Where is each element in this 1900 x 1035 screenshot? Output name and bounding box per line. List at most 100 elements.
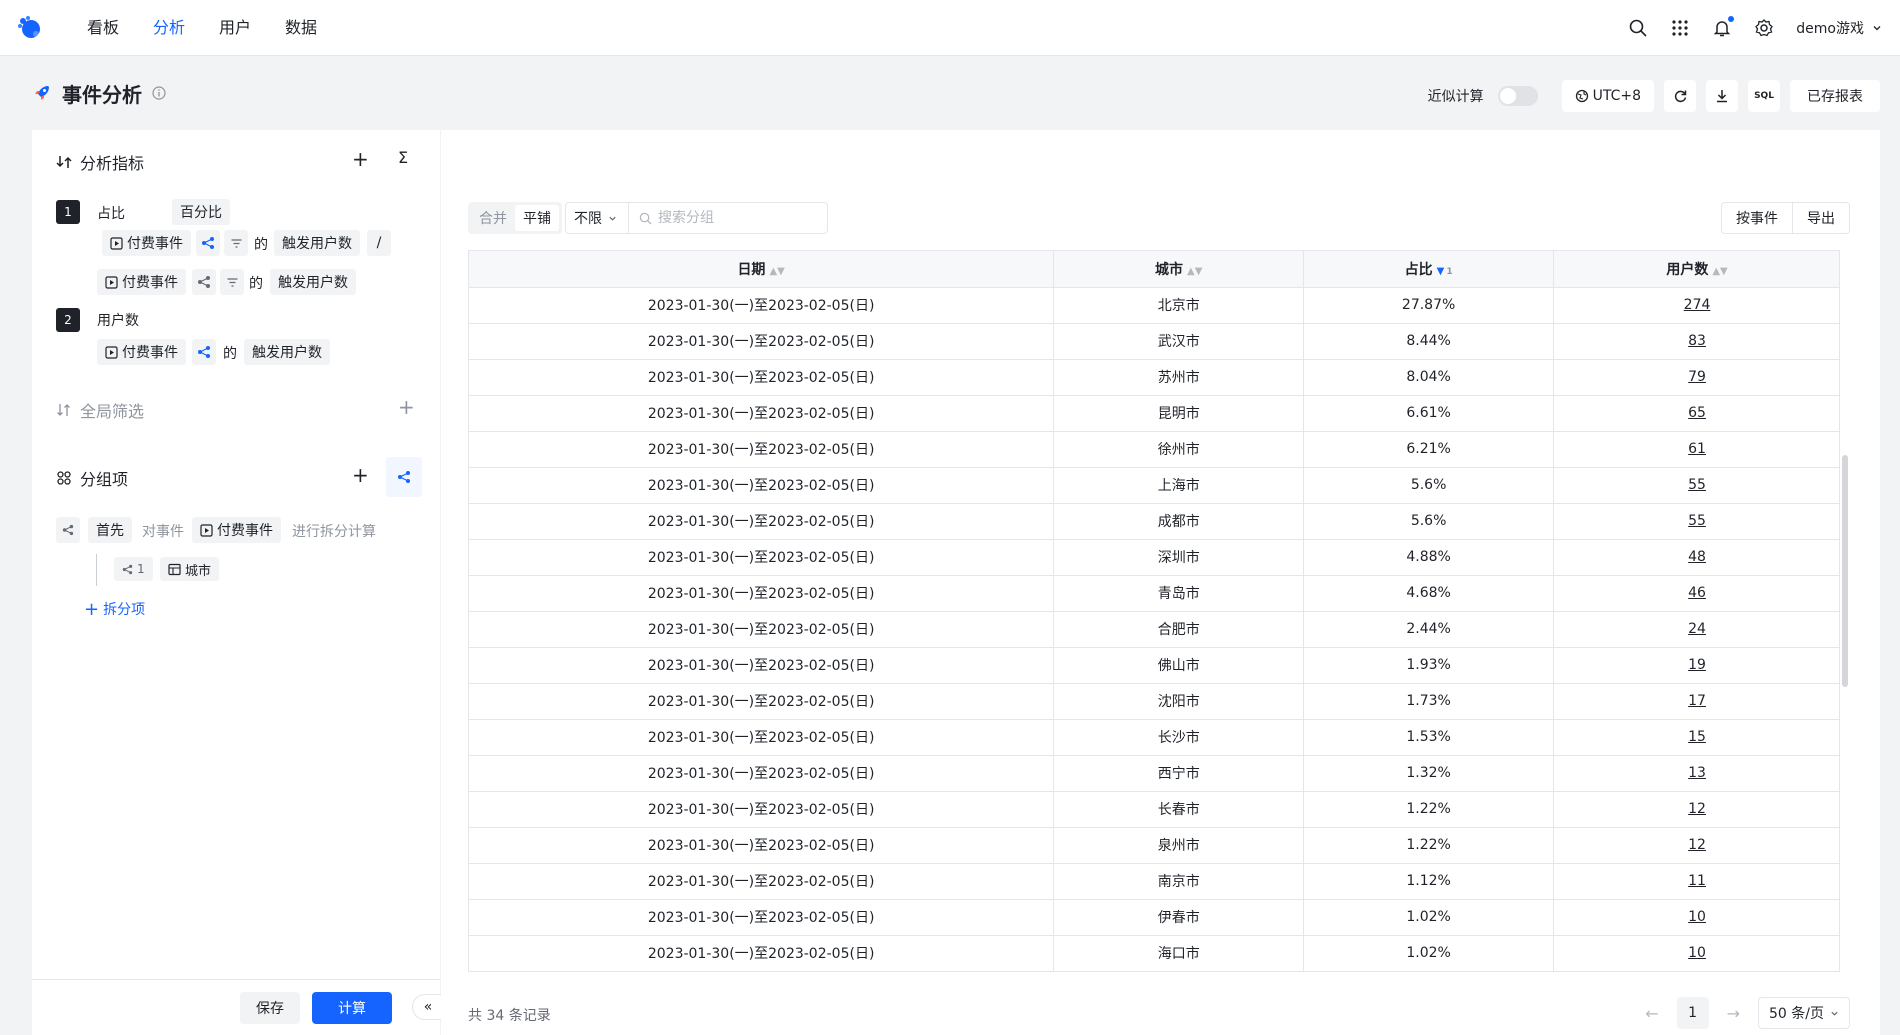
sql-button[interactable]: SQL — [1748, 80, 1780, 112]
nav-item[interactable]: 用户 — [202, 0, 268, 56]
add-metric-plus-icon[interactable]: + — [352, 147, 369, 171]
apps-grid-icon[interactable] — [1670, 18, 1690, 38]
event-chip[interactable]: 付费事件 — [97, 269, 186, 295]
table-cell[interactable]: 48 — [1553, 539, 1839, 576]
operator-chip[interactable]: / — [367, 230, 391, 256]
measure-chip[interactable]: 触发用户数 — [270, 269, 356, 295]
table-cell[interactable]: 79 — [1553, 359, 1839, 396]
user-count-link[interactable]: 83 — [1688, 333, 1706, 349]
event-chip[interactable]: 付费事件 — [102, 230, 191, 256]
collapse-panel-icon[interactable]: « — [412, 994, 444, 1020]
filter-button[interactable] — [220, 269, 244, 295]
user-menu[interactable]: demo游戏 — [1796, 18, 1882, 38]
first-chip[interactable]: 首先 — [88, 517, 132, 543]
timezone-button[interactable]: UTC+8 — [1561, 80, 1654, 112]
sort-icon[interactable]: ▲▼ — [769, 266, 784, 277]
user-count-link[interactable]: 274 — [1684, 297, 1711, 313]
sort-icon[interactable]: ▲▼ — [1712, 266, 1727, 277]
event-chip[interactable]: 付费事件 — [97, 339, 186, 365]
search-icon[interactable] — [1628, 18, 1648, 38]
measure-chip[interactable]: 触发用户数 — [274, 230, 360, 256]
user-count-link[interactable]: 10 — [1688, 945, 1706, 961]
page-number[interactable]: 1 — [1676, 997, 1709, 1029]
table-cell[interactable]: 24 — [1553, 611, 1839, 648]
group-limit-select[interactable]: 不限 — [565, 202, 629, 234]
nav-item[interactable]: 看板 — [70, 0, 136, 56]
settings-gear-icon[interactable] — [1754, 18, 1774, 38]
sigma-icon[interactable]: Σ — [398, 148, 408, 167]
table-cell[interactable]: 19 — [1553, 647, 1839, 684]
group-event-chip[interactable]: 付费事件 — [192, 517, 281, 543]
user-count-link[interactable]: 10 — [1688, 909, 1706, 925]
measure-chip[interactable]: 触发用户数 — [244, 339, 330, 365]
column-header-date[interactable]: 日期 ▲▼ — [469, 251, 1055, 288]
calculate-button[interactable]: 计算 — [312, 992, 392, 1024]
user-count-link[interactable]: 65 — [1688, 405, 1706, 421]
logo-icon[interactable] — [16, 14, 44, 42]
column-header-city[interactable]: 城市 ▲▼ — [1053, 251, 1305, 288]
seg-tile[interactable]: 平铺 — [515, 205, 559, 231]
table-cell[interactable]: 15 — [1553, 719, 1839, 756]
download-button[interactable] — [1706, 80, 1738, 112]
add-filter-plus-icon[interactable]: + — [398, 395, 415, 419]
user-count-link[interactable]: 55 — [1688, 477, 1706, 493]
user-count-link[interactable]: 61 — [1688, 441, 1706, 457]
table-cell[interactable]: 11 — [1553, 863, 1839, 900]
table-cell[interactable]: 12 — [1553, 791, 1839, 828]
saved-reports-button[interactable]: 已存报表 — [1790, 80, 1880, 112]
user-count-link[interactable]: 13 — [1688, 765, 1706, 781]
seg-merge[interactable]: 合并 — [471, 205, 515, 231]
table-cell[interactable]: 65 — [1553, 395, 1839, 432]
nav-item[interactable]: 分析 — [136, 0, 202, 56]
nav-item[interactable]: 数据 — [268, 0, 334, 56]
export-button[interactable]: 导出 — [1793, 203, 1849, 233]
user-count-link[interactable]: 19 — [1688, 657, 1706, 673]
sort-desc-active-icon[interactable]: ▼ — [1437, 266, 1445, 277]
table-cell[interactable]: 83 — [1553, 323, 1839, 360]
table-cell[interactable]: 46 — [1553, 575, 1839, 612]
user-count-link[interactable]: 55 — [1688, 513, 1706, 529]
user-count-link[interactable]: 12 — [1688, 801, 1706, 817]
save-button[interactable]: 保存 — [240, 992, 300, 1024]
sub-split-field-chip[interactable]: 城市 — [160, 557, 220, 581]
split-button[interactable] — [192, 269, 216, 295]
add-group-plus-icon[interactable]: + — [352, 463, 369, 487]
metric-name[interactable]: 用户数 — [97, 310, 139, 330]
group-split-toggle[interactable] — [386, 457, 422, 497]
next-page-icon[interactable]: → — [1727, 1004, 1740, 1023]
table-cell[interactable]: 274 — [1553, 287, 1839, 324]
metric-name[interactable]: 占比 — [97, 203, 125, 223]
info-icon[interactable] — [152, 86, 166, 100]
approx-calc-toggle[interactable] — [1497, 86, 1538, 106]
user-count-link[interactable]: 12 — [1688, 837, 1706, 853]
table-cell[interactable]: 13 — [1553, 755, 1839, 792]
table-cell[interactable]: 61 — [1553, 431, 1839, 468]
by-event-button[interactable]: 按事件 — [1722, 203, 1793, 233]
page-size-select[interactable]: 50 条/页 — [1758, 997, 1850, 1029]
table-scrollbar[interactable] — [1842, 455, 1848, 687]
group-search-input[interactable] — [658, 210, 818, 226]
table-cell[interactable]: 10 — [1553, 935, 1839, 971]
column-header-users[interactable]: 用户数 ▲▼ — [1553, 251, 1839, 288]
notification-bell-icon[interactable] — [1712, 16, 1735, 38]
table-cell[interactable]: 10 — [1553, 899, 1839, 936]
filter-button[interactable] — [224, 230, 248, 256]
split-button[interactable] — [196, 230, 220, 256]
sort-icon[interactable]: ▲▼ — [1187, 266, 1202, 277]
user-count-link[interactable]: 17 — [1688, 693, 1706, 709]
user-count-link[interactable]: 46 — [1688, 585, 1706, 601]
table-cell[interactable]: 17 — [1553, 683, 1839, 720]
table-cell[interactable]: 55 — [1553, 503, 1839, 540]
user-count-link[interactable]: 15 — [1688, 729, 1706, 745]
user-count-link[interactable]: 11 — [1688, 873, 1706, 889]
prev-page-icon[interactable]: ← — [1645, 1004, 1658, 1023]
format-chip[interactable]: 百分比 — [172, 199, 230, 225]
add-split-button[interactable]: + 拆分项 — [80, 596, 149, 622]
user-count-link[interactable]: 48 — [1688, 549, 1706, 565]
user-count-link[interactable]: 79 — [1688, 369, 1706, 385]
refresh-button[interactable] — [1664, 80, 1696, 112]
table-cell[interactable]: 12 — [1553, 827, 1839, 864]
column-header-ratio[interactable]: 占比 ▼ 1 — [1303, 251, 1555, 288]
split-button[interactable] — [192, 339, 216, 365]
user-count-link[interactable]: 24 — [1688, 621, 1706, 637]
